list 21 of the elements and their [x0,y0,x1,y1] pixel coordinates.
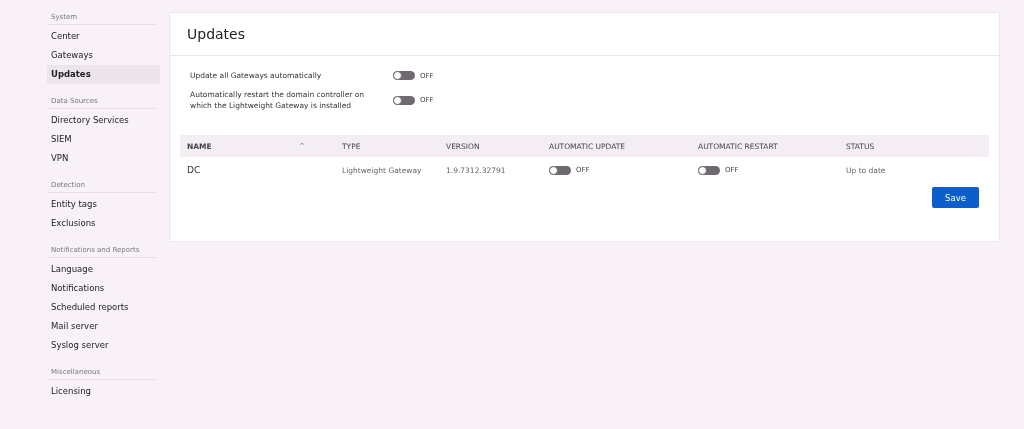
sidebar-item[interactable]: VPN [47,149,160,168]
toggle-switch[interactable] [698,165,720,175]
sidebar-item[interactable]: Gateways [47,46,160,65]
table-cell-text: DC [186,165,202,175]
sidebar-item[interactable]: Exclusions [47,214,160,233]
sidebar-item[interactable]: Scheduled reports [47,298,160,317]
toggle-switch[interactable] [393,95,415,105]
sidebar-item[interactable]: Language [47,260,160,279]
sidebar-item[interactable]: SIEM [47,130,160,149]
sidebar-item[interactable]: Entity tags [47,195,160,214]
sidebar-item[interactable]: Updates [47,65,160,84]
sidebar-item[interactable]: Notifications [47,279,160,298]
sidebar-item[interactable]: Center [47,27,160,46]
sidebar-item[interactable]: Licensing [47,382,160,401]
toggle-switch[interactable] [393,71,415,80]
toggle-switch[interactable] [549,165,571,175]
sidebar-item[interactable]: Mail server [47,317,160,336]
sidebar-item[interactable]: Directory Services [47,111,160,130]
save-button[interactable]: Save [932,187,979,208]
sidebar-item[interactable]: Syslog server [47,336,160,355]
panel-title: Updates [170,13,999,56]
